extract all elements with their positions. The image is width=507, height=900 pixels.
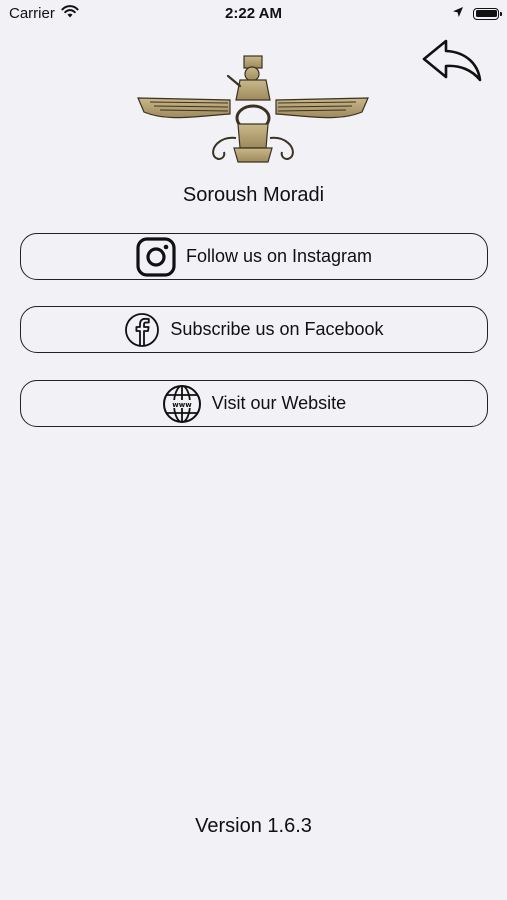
facebook-button[interactable]: Subscribe us on Facebook — [20, 306, 488, 353]
version-label: Version 1.6.3 — [195, 815, 312, 837]
website-button-label: Visit our Website — [211, 393, 347, 413]
instagram-button[interactable]: Follow us on Instagram — [20, 233, 488, 280]
profile-name: Soroush Moradi — [182, 184, 325, 206]
status-time: 2:22 AM — [225, 5, 282, 22]
website-button[interactable]: www Visit our Website — [20, 380, 488, 427]
faravahar-logo — [136, 52, 370, 166]
facebook-icon — [124, 312, 160, 348]
facebook-button-label: Subscribe us on Facebook — [170, 319, 384, 339]
svg-text:www: www — [172, 401, 192, 409]
location-arrow-icon — [452, 5, 464, 22]
back-button[interactable] — [420, 36, 484, 84]
status-bar: Carrier 2:22 AM — [0, 0, 507, 28]
back-arrow-icon — [422, 39, 482, 82]
battery-icon — [473, 7, 502, 20]
globe-icon: www — [162, 384, 202, 424]
instagram-icon — [136, 236, 176, 277]
instagram-button-label: Follow us on Instagram — [185, 246, 373, 266]
status-right-group — [452, 5, 502, 22]
